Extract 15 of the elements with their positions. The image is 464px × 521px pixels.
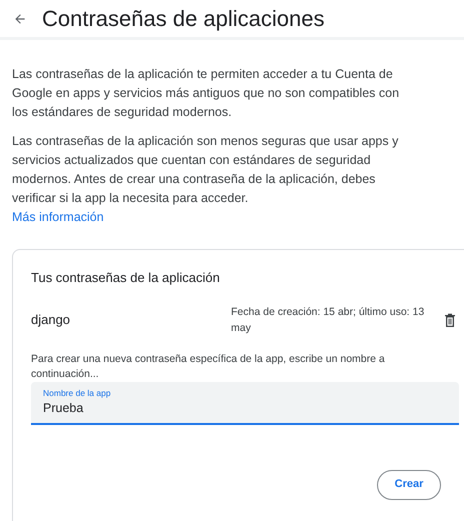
field-label: Nombre de la app [43,388,112,398]
delete-button[interactable] [443,312,457,328]
back-arrow-icon [13,12,27,26]
more-info-link[interactable]: Más información [12,210,104,224]
page-title: Contraseñas de aplicaciones [42,8,325,30]
description-paragraph: Las contraseñas de la aplicación son menos seguras que usar apps y servicios actualizados que cuentan con estándares de seguridad modernos. Antes de crear una contraseña de la aplicación, debes verificar si la app la necesita para acceder. [12,133,400,207]
create-button[interactable]: Crear [377,470,441,500]
instructions-text: Para crear una nueva contraseña específica de la app, escribe un nombre a continuación... [31,352,386,382]
card-title: Tus contraseñas de la aplicación [31,269,221,287]
trash-icon [444,312,456,326]
app-name-field[interactable]: Nombre de la app Prueba [31,382,459,424]
app-name: django [31,310,72,329]
field-value: Prueba [43,400,84,416]
description-paragraph: Las contraseñas de la aplicación te permiten acceder a tu Cuenta de Google en apps y servicios más antiguos que no son compatibles con los estándares de seguridad modernos. [12,66,400,121]
password-dates: Fecha de creación: 15 abr; último uso: 13 may [231,304,426,336]
